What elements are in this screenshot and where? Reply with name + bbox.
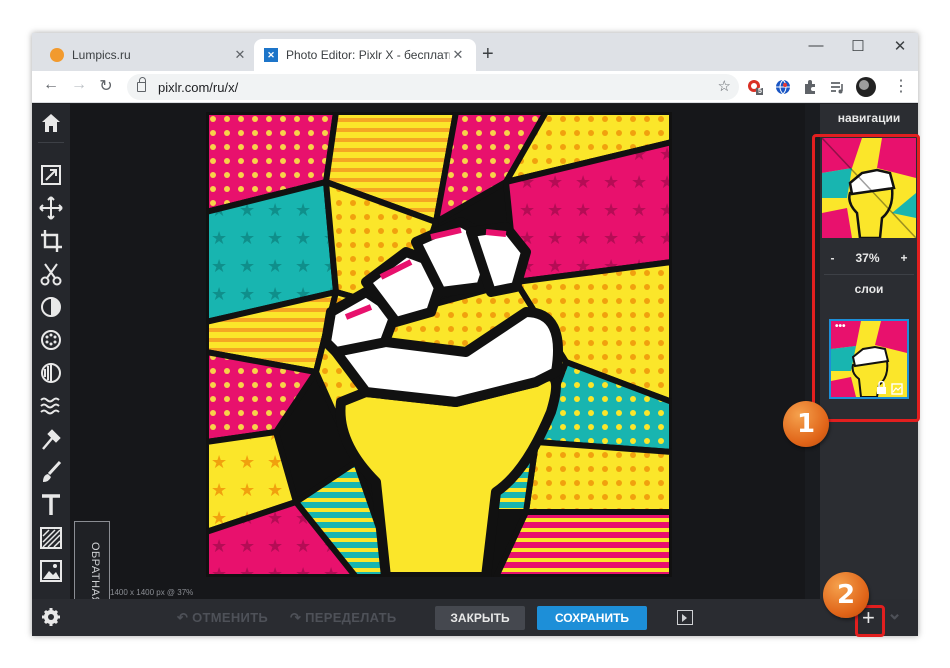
left-toolbar — [32, 104, 70, 636]
retouch-icon[interactable] — [32, 426, 70, 452]
tab-lumpics[interactable]: Lumpics.ru ✕ — [40, 39, 258, 71]
profile-avatar[interactable] — [856, 77, 876, 97]
highlight-box-panel — [812, 134, 920, 422]
image-icon[interactable] — [32, 558, 70, 584]
browser-toolbar: ← → ↻ pixlr.com/ru/x/ ☆ 5 ⋮ — [32, 71, 918, 103]
pixlr-editor: ★ ★ ★ — [32, 104, 918, 636]
undo-icon: ↶ — [177, 610, 193, 625]
toolbar-divider — [38, 142, 64, 143]
tab-title: Lumpics.ru — [72, 48, 131, 62]
liquify-wave-icon[interactable] — [32, 393, 70, 419]
tab-pixlr[interactable]: ✕ Photo Editor: Pixlr X - бесплатный ✕ — [254, 39, 476, 71]
pop-art-fist-image[interactable]: ★ ★ ★ — [206, 112, 672, 577]
home-icon[interactable] — [32, 110, 70, 136]
bookmark-star-icon[interactable]: ☆ — [718, 77, 731, 95]
extension-badge: 5 — [758, 88, 762, 95]
image-size-info: 1400 x 1400 px @ 37% — [110, 588, 194, 597]
tab-title: Photo Editor: Pixlr X - бесплатный — [286, 48, 450, 62]
cutout-scissors-icon[interactable] — [32, 261, 70, 287]
save-button[interactable]: СОХРАНИТЬ — [537, 606, 647, 630]
tab-close-icon[interactable]: ✕ — [232, 47, 248, 63]
step-badge-2: 2 — [823, 572, 869, 618]
reload-icon[interactable]: ↻ — [95, 76, 117, 96]
new-tab-button[interactable]: + — [482, 43, 494, 66]
bottom-bar: ↶ ОТМЕНИТЬ ↷ ПЕРЕДЕЛАТЬ ЗАКРЫТЬ СОХРАНИТ… — [32, 599, 918, 636]
arrange-icon[interactable] — [32, 162, 70, 188]
crop-icon[interactable] — [32, 228, 70, 254]
step-badge-1: 1 — [783, 401, 829, 447]
panel-toggle-icon[interactable] — [677, 610, 693, 625]
back-arrow-icon[interactable]: ← — [40, 76, 62, 94]
tab-close-icon[interactable]: ✕ — [450, 47, 466, 63]
draw-brush-icon[interactable] — [32, 459, 70, 485]
text-icon[interactable] — [32, 492, 70, 518]
address-bar[interactable]: pixlr.com/ru/x/ ☆ — [127, 74, 739, 100]
redo-icon: ↷ — [290, 610, 306, 625]
navigation-heading: навигации — [837, 111, 901, 125]
lock-icon — [137, 77, 146, 92]
chevron-down-icon[interactable]: ⌄ — [887, 595, 902, 632]
close-button[interactable]: ЗАКРЫТЬ — [435, 606, 525, 630]
maximize-button[interactable]: ☐ — [844, 37, 872, 55]
redo-label: ПЕРЕДЕЛАТЬ — [305, 610, 397, 625]
puzzle-icon[interactable] — [802, 79, 818, 95]
tab-strip: Lumpics.ru ✕ ✕ Photo Editor: Pixlr X - б… — [32, 33, 918, 71]
filter-icon[interactable] — [32, 327, 70, 353]
forward-arrow-icon[interactable]: → — [68, 76, 90, 94]
effect-icon[interactable] — [32, 360, 70, 386]
media-queue-icon[interactable] — [829, 79, 845, 95]
redo-button[interactable]: ↷ ПЕРЕДЕЛАТЬ — [290, 599, 397, 636]
move-icon[interactable] — [32, 195, 70, 221]
undo-label: ОТМЕНИТЬ — [192, 610, 269, 625]
minimize-button[interactable]: — — [802, 37, 830, 54]
settings-gear-icon[interactable] — [37, 607, 65, 627]
address-text: pixlr.com/ru/x/ — [158, 79, 239, 95]
menu-kebab-icon[interactable]: ⋮ — [890, 76, 912, 96]
undo-button[interactable]: ↶ ОТМЕНИТЬ — [177, 599, 268, 636]
close-window-button[interactable]: ✕ — [886, 37, 914, 55]
lumpics-favicon-icon — [50, 48, 64, 62]
globe-icon[interactable] — [775, 79, 791, 95]
element-pattern-icon[interactable] — [32, 525, 70, 551]
pixlr-favicon-icon: ✕ — [264, 48, 278, 62]
browser-window: Lumpics.ru ✕ ✕ Photo Editor: Pixlr X - б… — [32, 33, 918, 636]
adjust-icon[interactable] — [32, 294, 70, 320]
